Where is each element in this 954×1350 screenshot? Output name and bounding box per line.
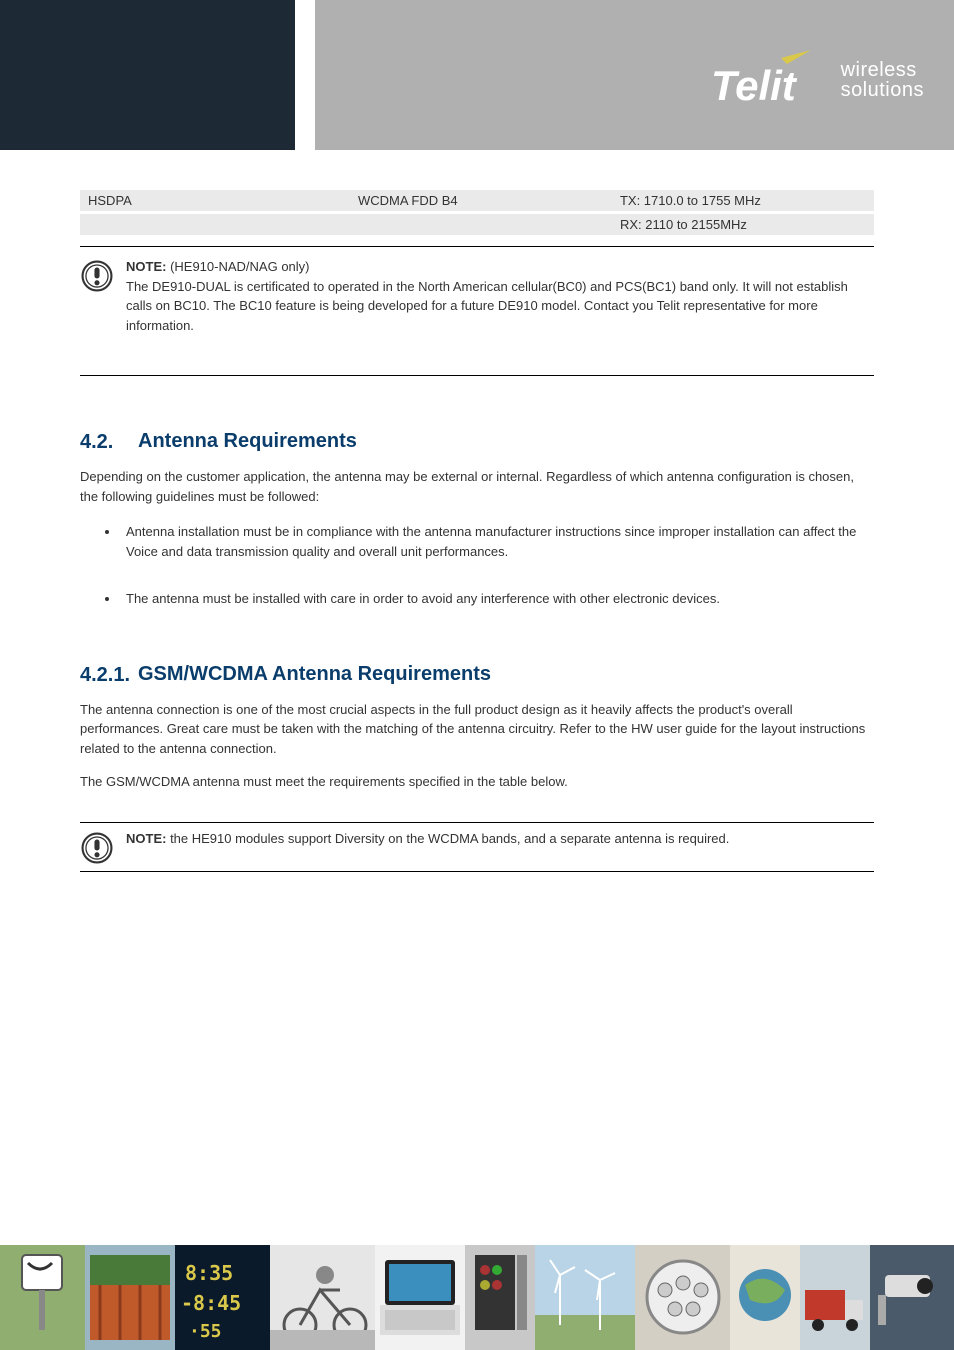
divider [80,375,874,376]
brand-logo: Telit wireless solutions [711,50,924,110]
footer-tile-windmills [535,1245,635,1350]
footer-tile-meter [635,1245,730,1350]
footer-tile-departure-board: 8:35 -8:45 ·55 [175,1245,270,1350]
telit-logo-icon: Telit [711,50,831,110]
note-label: NOTE: [126,831,166,846]
requirements-list: Antenna installation must be in complian… [80,522,874,609]
list-item: Antenna installation must be in complian… [120,522,874,561]
note-icon [80,831,114,865]
note-body-2: NOTE: the HE910 modules support Diversit… [126,829,874,865]
header-gap [295,0,315,150]
svg-text:-8:45: -8:45 [181,1291,241,1315]
svg-text:8:35: 8:35 [185,1261,233,1285]
note-block-2: NOTE: the HE910 modules support Diversit… [80,822,874,872]
divider [80,822,874,823]
footer-tile-camera [870,1245,954,1350]
subsection-title: GSM/WCDMA Antenna Requirements [138,663,874,686]
section-title: Antenna Requirements [138,430,874,453]
footer-tile-globe [730,1245,800,1350]
header-gray-block: Telit wireless solutions [315,0,954,150]
table-row: RX: 2110 to 2155MHz [80,213,874,237]
cell-mode [80,213,350,237]
list-item: The antenna must be installed with care … [120,589,874,609]
note-text: (HE910-NAD/NAG only) The DE910-DUAL is c… [126,259,848,333]
subsection-paragraph-2: The GSM/WCDMA antenna must meet the requ… [80,772,874,792]
footer-tile-vending [465,1245,535,1350]
cell-band [350,213,612,237]
note-body-1: NOTE: (HE910-NAD/NAG only) The DE910-DUA… [126,257,874,335]
brand-tagline-line-2: solutions [841,80,924,100]
brand-tagline: wireless solutions [841,60,924,100]
svg-text:Telit: Telit [711,62,798,109]
note-text: the HE910 modules support Diversity on t… [166,831,729,846]
cell-mode: HSDPA [80,190,350,213]
svg-text:·55: ·55 [189,1321,222,1342]
footer-tile-containers [85,1245,175,1350]
footer-tile-laptop [375,1245,465,1350]
divider [80,871,874,872]
note-block-1: NOTE: (HE910-NAD/NAG only) The DE910-DUA… [80,257,874,335]
band-table: HSDPA WCDMA FDD B4 TX: 1710.0 to 1755 MH… [80,190,874,238]
cell-band: WCDMA FDD B4 [350,190,612,213]
note-icon [80,259,114,293]
header-dark-block [0,0,295,150]
page-header: Telit wireless solutions [0,0,954,150]
footer-tile-truck [800,1245,870,1350]
page-content: HSDPA WCDMA FDD B4 TX: 1710.0 to 1755 MH… [0,150,954,872]
footer-tile-sign [0,1245,85,1350]
section-paragraph: Depending on the customer application, t… [80,467,874,506]
footer-tile-bike [270,1245,375,1350]
note-label: NOTE: [126,259,166,274]
cell-freq: RX: 2110 to 2155MHz [612,213,874,237]
footer-image-strip: 8:35 -8:45 ·55 [0,1245,954,1350]
cell-freq: TX: 1710.0 to 1755 MHz [612,190,874,213]
divider [80,246,874,247]
subsection-paragraph-1: The antenna connection is one of the mos… [80,700,874,759]
table-row: HSDPA WCDMA FDD B4 TX: 1710.0 to 1755 MH… [80,190,874,213]
brand-tagline-line-1: wireless [841,60,924,80]
